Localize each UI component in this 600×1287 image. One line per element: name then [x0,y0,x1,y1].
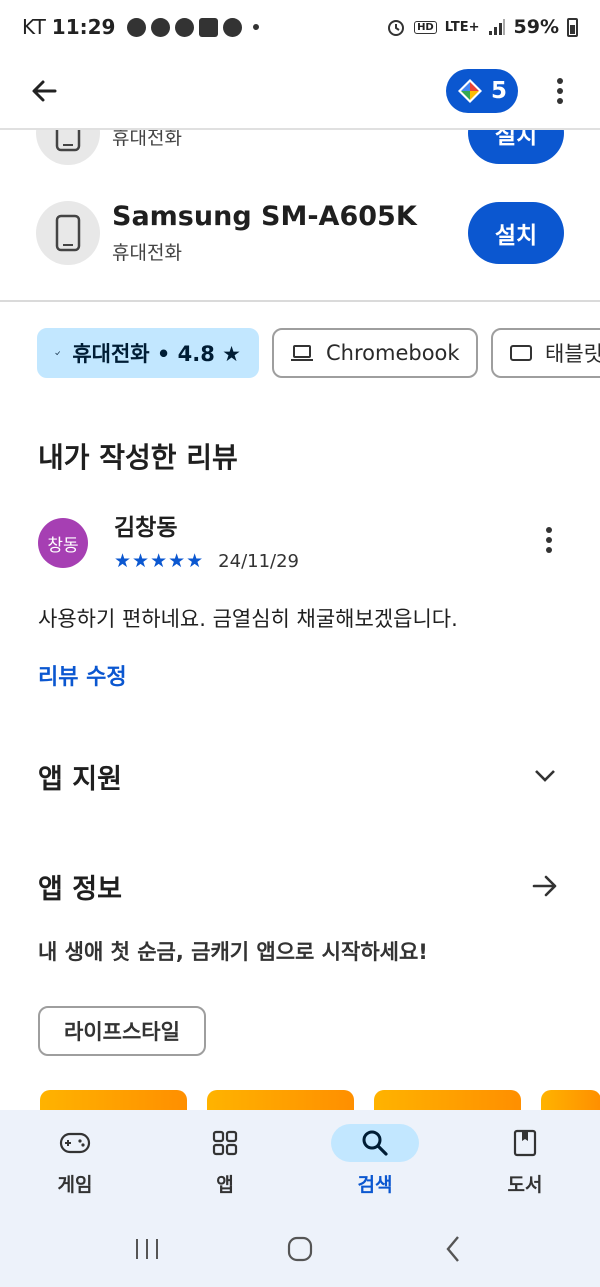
review-header: 창동 김창동 ★★★★★ 24/11/29 [38,505,564,575]
notification-icons [127,17,260,37]
network-type: LTE+ [444,19,480,35]
review-text: 사용하기 편하네요. 금열심히 채굴해보겠읍니다. [38,607,458,631]
chip-phone[interactable]: 휴대전화 • 4.8 ★ [37,328,259,378]
chip-label: 휴대전화 • 4.8 ★ [72,342,241,366]
app-info-arrow-button[interactable] [530,871,560,901]
battery-percent: 59% [513,16,559,38]
more-vert-icon [546,527,552,553]
device-text: Samsung SM-A605K 휴대전화 [112,201,417,265]
clock: 11:29 [51,15,116,39]
nav-icon-wrap [31,1124,119,1162]
device-icon-wrap [36,201,100,265]
search-icon [362,1130,388,1156]
signal-icon [488,19,505,35]
tablet-icon [510,345,532,361]
install-button[interactable]: 설치 [468,202,564,264]
carrier-label: KT [22,15,46,39]
back-button[interactable] [18,65,70,117]
chevron-left-icon [446,1235,460,1262]
play-points-chip[interactable]: 5 [446,69,518,113]
app-support-row[interactable]: 앱 지원 [38,751,560,801]
system-back-button[interactable] [423,1224,483,1274]
battery-icon [567,17,578,37]
nav-games[interactable]: 게임 [0,1110,150,1210]
play-points-icon [457,79,482,103]
category-chip[interactable]: 라이프스타일 [38,1006,206,1056]
nav-label: 도서 [507,1174,543,1196]
device-filter-chips: 휴대전화 • 4.8 ★ Chromebook 태블릿 [37,328,600,378]
nav-label: 검색 [357,1174,393,1196]
nav-apps[interactable]: 앱 [150,1110,300,1210]
nav-books[interactable]: 도서 [450,1110,600,1210]
app-support-title: 앱 지원 [38,763,122,795]
nav-icon-wrap [181,1124,269,1162]
review-more-button[interactable] [534,515,564,565]
more-vert-icon [557,78,563,104]
chat-notification-icon [223,17,243,37]
home-button[interactable] [270,1224,330,1274]
nav-label: 게임 [57,1174,93,1196]
status-left: KT 11:29 [22,15,260,39]
more-notifications-dot-icon [253,24,260,30]
check-icon [55,351,61,356]
star-rating-icon: ★★★★★ [114,550,205,572]
more-options-button[interactable] [538,65,582,117]
apps-grid-icon [212,1130,238,1156]
nav-label: 앱 [216,1174,234,1196]
facebook-notification-icon [175,17,195,37]
nav-icon-wrap [481,1124,569,1162]
top-app-bar: 5 [0,54,600,130]
chevron-down-icon [535,770,555,782]
bottom-navigation: 게임 앱 검색 도서 [0,1110,600,1210]
device-type: 휴대전화 [112,242,182,264]
arrow-forward-icon [532,875,557,897]
expand-button[interactable] [530,761,560,791]
device-name: Samsung SM-A605K [112,201,417,232]
facebook-notification-icon [127,17,147,37]
my-review-title: 내가 작성한 리뷰 [38,441,238,474]
recent-apps-button[interactable] [117,1224,177,1274]
points-count: 5 [490,78,507,104]
status-right: HD LTE+ 59% [386,16,578,38]
laptop-icon [291,345,313,361]
smartphone-icon [55,214,81,252]
person-add-notification-icon [151,17,171,37]
avatar: 창동 [38,518,88,568]
chip-chromebook[interactable]: Chromebook [272,328,478,378]
chip-label: Chromebook [326,341,460,365]
edit-review-link[interactable]: 리뷰 수정 [38,659,127,691]
review-date: 24/11/29 [218,550,300,572]
device-row: Samsung SM-A605K 휴대전화 설치 [36,198,564,268]
note-notification-icon [199,17,219,37]
home-icon [287,1236,313,1261]
chip-label: 태블릿 [545,342,600,366]
nav-search[interactable]: 검색 [300,1110,450,1210]
arrow-back-icon [32,80,57,102]
hd-voice-icon: HD [414,20,437,34]
chip-tablet[interactable]: 태블릿 [491,328,600,378]
app-info-row[interactable]: 앱 정보 [38,861,560,911]
gamepad-icon [59,1132,91,1154]
nav-icon-wrap [331,1124,419,1162]
review-meta: ★★★★★ 24/11/29 [114,550,299,572]
recent-apps-icon [135,1238,158,1259]
app-info-title: 앱 정보 [38,873,122,905]
section-divider [0,300,600,302]
reviewer-name: 김창동 [114,515,178,541]
system-navigation-bar [0,1210,600,1287]
reviewer-info: 김창동 ★★★★★ 24/11/29 [114,508,299,572]
alarm-icon [388,20,405,36]
status-bar: KT 11:29 HD LTE+ 59% [0,0,600,54]
app-tagline: 내 생애 첫 순금, 금캐기 앱으로 시작하세요! [38,940,428,964]
book-icon [513,1129,537,1157]
